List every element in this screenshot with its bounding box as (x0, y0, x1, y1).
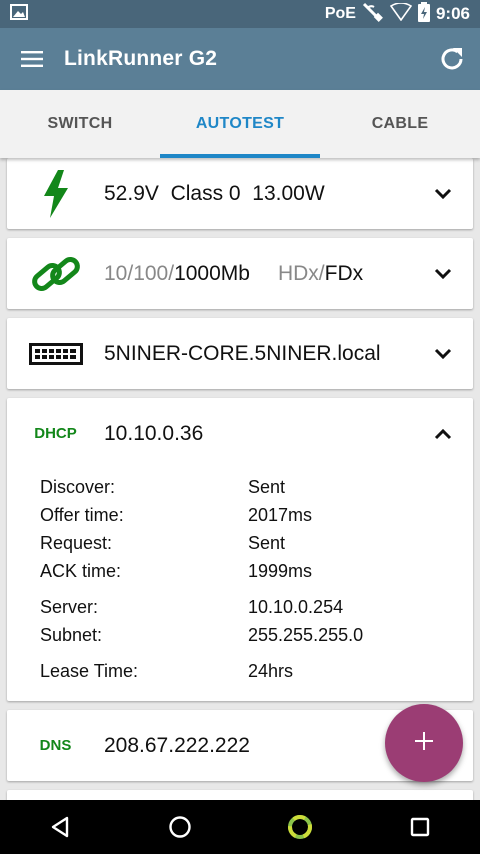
detail-key: Subnet: (40, 624, 103, 645)
link-speed: 1000Mb (174, 261, 250, 285)
system-nav-bar (0, 800, 480, 854)
add-fab-button[interactable] (385, 704, 463, 782)
wifi-icon (389, 1, 413, 26)
chevron-down-icon[interactable] (413, 158, 473, 229)
home-icon[interactable] (150, 800, 210, 854)
dhcp-label-icon: DHCP (34, 425, 77, 442)
refresh-icon[interactable] (424, 28, 480, 90)
keyboard-switch-icon (7, 318, 104, 389)
poe-power: 13.00W (252, 181, 325, 205)
dhcp-address: 10.10.0.36 (104, 421, 204, 445)
chain-link-icon (7, 238, 104, 309)
image-notification-icon (10, 3, 28, 25)
battery-icon (417, 1, 430, 27)
clock-time: 9:06 (435, 4, 470, 23)
detail-row: Subnet: 255.255.255.0 (40, 621, 473, 649)
link-card[interactable]: 10/100/1000Mb HDx/FDx (7, 238, 473, 309)
chevron-down-icon[interactable] (413, 318, 473, 389)
detail-key: Server: (40, 596, 99, 617)
dhcp-details: Discover: Sent Offer time: 2017ms Request:… (7, 469, 473, 685)
detail-row: Lease Time: 24hrs (40, 657, 473, 685)
plus-icon (414, 731, 434, 756)
poe-summary: 52.9V Class 0 13.00W (104, 182, 413, 206)
detail-row: Server: 10.10.0.254 (40, 593, 473, 621)
assistant-ring-icon[interactable] (270, 800, 330, 854)
dhcp-card[interactable]: DHCP 10.10.0.36 Discover: Sent Offer time… (7, 398, 473, 701)
detail-key: Request: (40, 532, 113, 553)
dns-label-icon: DNS (39, 737, 72, 754)
detail-value: 1999ms (248, 560, 313, 581)
detail-value: 10.10.0.254 (248, 596, 344, 617)
detail-key: ACK time: (40, 560, 122, 581)
poe-voltage: 52.9V (104, 181, 159, 205)
hamburger-menu-icon[interactable] (0, 28, 64, 90)
detail-value: 24hrs (248, 660, 294, 681)
tab-cable[interactable]: CABLE (320, 90, 480, 158)
app-bar: LinkRunner G2 (0, 28, 480, 90)
link-summary: 10/100/1000Mb HDx/FDx (104, 262, 413, 286)
switch-card[interactable]: 5NINER-CORE.5NINER.local (7, 318, 473, 389)
poe-class: Class 0 (170, 181, 241, 205)
tab-switch[interactable]: SWITCH (0, 90, 160, 158)
detail-value: Sent (248, 476, 286, 497)
status-bar: PoE 9:06 (0, 0, 480, 28)
poe-status-label: PoE (324, 5, 356, 22)
link-speeds-other: 10/100/ (104, 261, 175, 285)
link-duplex-other: HDx/ (277, 261, 325, 285)
detail-value: 2017ms (248, 504, 313, 525)
poe-card[interactable]: 52.9V Class 0 13.00W (7, 158, 473, 229)
lightning-bolt-icon (7, 158, 104, 229)
ethernet-plug-icon (362, 2, 384, 27)
detail-row: Discover: Sent (40, 473, 473, 501)
detail-value: Sent (248, 532, 286, 553)
tab-autotest[interactable]: AUTOTEST (160, 90, 320, 158)
link-duplex: FDx (324, 261, 364, 285)
switch-name: 5NINER-CORE.5NINER.local (104, 341, 381, 365)
chevron-down-icon[interactable] (413, 238, 473, 309)
detail-key: Discover: (40, 476, 116, 497)
detail-key: Offer time: (40, 504, 124, 525)
back-icon[interactable] (30, 800, 90, 854)
recents-icon[interactable] (390, 800, 450, 854)
detail-row: Offer time: 2017ms (40, 501, 473, 529)
tab-bar: SWITCH AUTOTEST CABLE (0, 90, 480, 158)
chevron-up-icon[interactable] (413, 398, 473, 469)
detail-value: 255.255.255.0 (248, 624, 364, 645)
detail-key: Lease Time: (40, 660, 139, 681)
detail-row: ACK time: 1999ms (40, 557, 473, 585)
app-title: LinkRunner G2 (64, 47, 218, 70)
detail-row: Request: Sent (40, 529, 473, 557)
